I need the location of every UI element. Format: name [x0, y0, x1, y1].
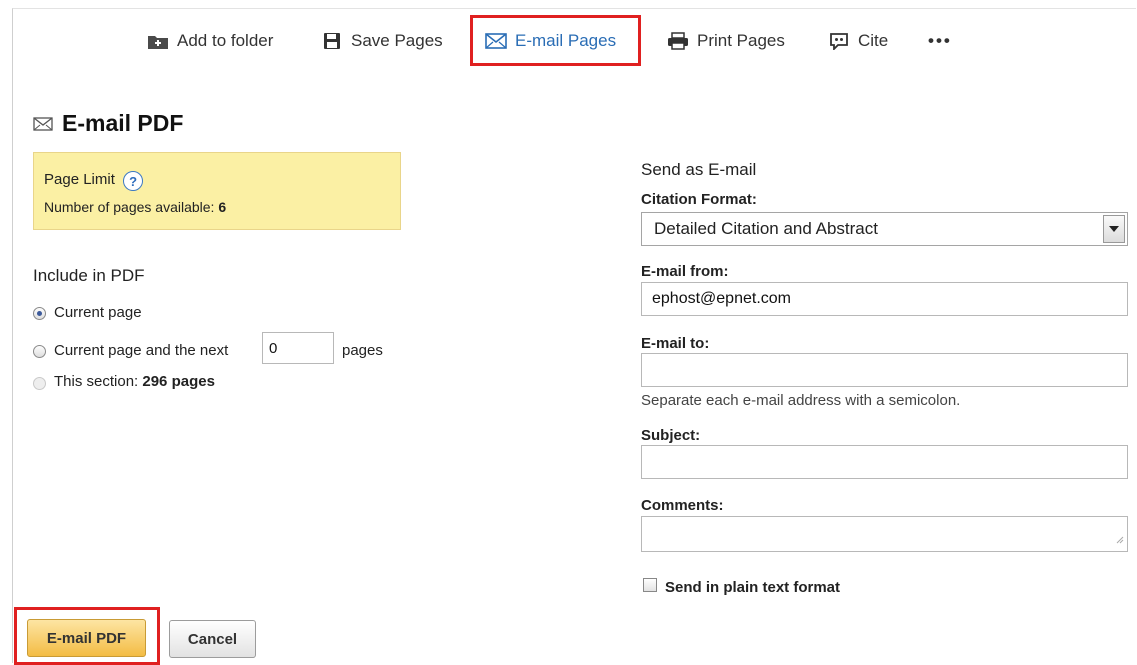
- pages-available-label: Number of pages available:: [44, 199, 215, 215]
- add-to-folder-button[interactable]: Add to folder: [147, 30, 273, 52]
- print-pages-button[interactable]: Print Pages: [667, 30, 785, 52]
- cite-button[interactable]: Cite: [828, 30, 888, 52]
- radio-current-and-next-label: Current page and the next: [54, 342, 229, 359]
- envelope-icon: [485, 31, 507, 51]
- cite-label: Cite: [858, 31, 889, 50]
- more-dots-icon: •••: [928, 31, 952, 50]
- print-pages-label: Print Pages: [697, 31, 785, 50]
- email-pdf-button[interactable]: E-mail PDF: [27, 619, 146, 657]
- email-pages-button[interactable]: E-mail Pages: [485, 30, 616, 52]
- add-to-folder-label: Add to folder: [177, 31, 274, 50]
- dropdown-arrow-icon[interactable]: [1103, 215, 1125, 243]
- include-title: Include in PDF: [33, 266, 145, 285]
- email-to-hint: Separate each e-mail address with a semi…: [641, 392, 961, 409]
- pages-suffix: pages: [342, 342, 383, 359]
- citation-format-value: Detailed Citation and Abstract: [654, 219, 878, 238]
- pages-available-row: Number of pages available: 6: [44, 199, 226, 215]
- radio-current-page-label: Current page: [54, 304, 142, 321]
- email-from-label: E-mail from:: [641, 263, 729, 280]
- page-limit-box: Page Limit ? Number of pages available: …: [33, 152, 401, 230]
- printer-icon: [667, 31, 689, 51]
- email-pages-label: E-mail Pages: [515, 31, 617, 50]
- send-as-email-title: Send as E-mail: [641, 160, 757, 179]
- folder-add-icon: [147, 31, 169, 51]
- radio-current-and-next[interactable]: [33, 345, 46, 358]
- dialog-frame: [12, 8, 1136, 663]
- page-limit-label-row: Page Limit ?: [44, 171, 144, 191]
- page-limit-label: Page Limit: [44, 171, 115, 188]
- envelope-icon: [33, 116, 53, 131]
- save-pages-label: Save Pages: [351, 31, 443, 50]
- page-title: E-mail PDF: [33, 110, 183, 137]
- email-from-input[interactable]: [641, 282, 1128, 316]
- resize-grip-icon[interactable]: [1116, 531, 1124, 549]
- section-label: This section:: [54, 373, 139, 390]
- section-value: 296 pages: [142, 373, 215, 390]
- page-title-text: E-mail PDF: [62, 110, 184, 136]
- pages-available-value: 6: [218, 199, 227, 215]
- next-pages-input[interactable]: [262, 332, 334, 364]
- comments-textarea[interactable]: [641, 516, 1128, 552]
- quote-bubble-icon: [828, 31, 850, 51]
- cancel-button[interactable]: Cancel: [169, 620, 256, 658]
- email-to-label: E-mail to:: [641, 335, 710, 352]
- more-button[interactable]: •••: [928, 30, 952, 52]
- citation-format-select[interactable]: Detailed Citation and Abstract: [641, 212, 1128, 246]
- radio-this-section[interactable]: [33, 377, 46, 390]
- citation-format-label: Citation Format:: [641, 191, 757, 208]
- plain-text-label: Send in plain text format: [665, 579, 841, 596]
- save-pages-button[interactable]: Save Pages: [321, 30, 443, 52]
- radio-current-page[interactable]: [33, 307, 46, 320]
- subject-input[interactable]: [641, 445, 1128, 479]
- email-to-input[interactable]: [641, 353, 1128, 387]
- comments-label: Comments:: [641, 497, 724, 514]
- radio-this-section-label: This section: 296 pages: [54, 373, 215, 390]
- subject-label: Subject:: [641, 427, 701, 444]
- help-icon[interactable]: ?: [123, 171, 144, 191]
- save-icon: [321, 31, 343, 51]
- plain-text-checkbox[interactable]: [643, 578, 657, 592]
